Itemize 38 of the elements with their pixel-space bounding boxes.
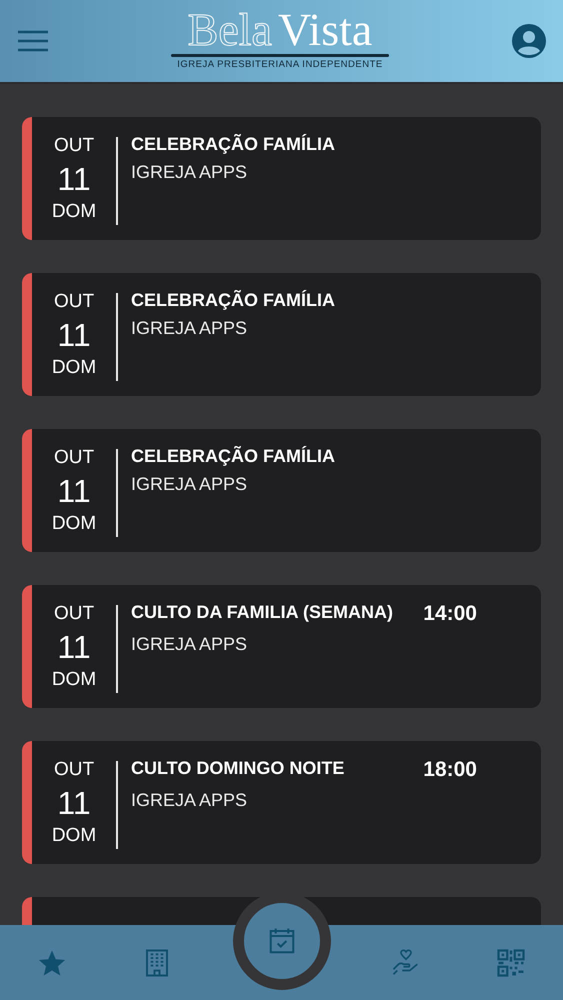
event-time: 14:00 (423, 601, 477, 627)
event-organizer: IGREJA APPS (131, 162, 248, 183)
event-organizer: IGREJA APPS (131, 790, 248, 811)
logo-subtitle: IGREJA PRESBITERIANA INDEPENDENTE (177, 58, 383, 70)
event-weekday: DOM (52, 668, 96, 692)
event-card[interactable]: OUT 11 DOM CULTO DOMINGO NOITE 18:00 IGREJA APPS (22, 741, 541, 864)
event-title: CULTO DA FAMILIA (SEMANA) (131, 601, 393, 624)
event-month: OUT (54, 602, 94, 626)
qr-code-icon (496, 948, 526, 978)
account-icon[interactable] (511, 23, 547, 59)
event-day: 11 (57, 159, 91, 199)
event-weekday: DOM (52, 512, 96, 536)
event-title: CELEBRAÇÃO FAMÍLIA (131, 133, 335, 155)
event-card[interactable]: OUT 11 DOM CELEBRAÇÃO FAMÍLIA IGREJA APPS (22, 273, 541, 396)
event-card[interactable]: OUT 11 DOM CULTO DA FAMILIA (SEMANA) 14:00 IGREJA APPS (22, 585, 541, 708)
event-month: OUT (54, 446, 94, 470)
logo-text: Bela (188, 6, 272, 52)
event-weekday: DOM (52, 356, 96, 380)
event-time: 18:00 (423, 757, 477, 783)
event-organizer: IGREJA APPS (131, 318, 248, 339)
event-day: 11 (57, 627, 91, 667)
event-month: OUT (54, 290, 94, 314)
event-day: 11 (57, 315, 91, 355)
event-month: OUT (54, 134, 94, 158)
event-card[interactable]: OUT 11 DOM CELEBRAÇÃO FAMÍLIA IGREJA APPS (22, 429, 541, 552)
event-day: 11 (57, 471, 91, 511)
menu-icon[interactable] (17, 30, 49, 52)
event-organizer: IGREJA APPS (131, 634, 248, 655)
event-organizer: IGREJA APPS (131, 474, 248, 495)
event-weekday: DOM (52, 824, 96, 848)
event-day: 11 (57, 783, 91, 823)
event-weekday: DOM (52, 200, 96, 224)
event-title: CELEBRAÇÃO FAMÍLIA (131, 445, 335, 467)
event-card[interactable]: OUT 11 DOM CELEBRAÇÃO FAMÍLIA IGREJA APPS (22, 117, 541, 240)
event-title: CULTO DOMINGO NOITE (131, 757, 344, 780)
event-month: OUT (54, 758, 94, 782)
logo-text: Vista (278, 6, 372, 52)
event-title: CELEBRAÇÃO FAMÍLIA (131, 289, 335, 311)
